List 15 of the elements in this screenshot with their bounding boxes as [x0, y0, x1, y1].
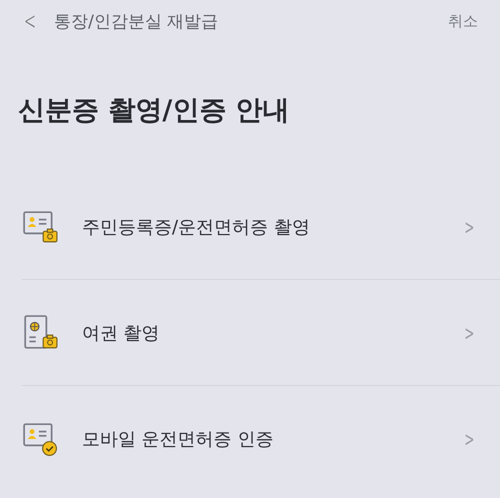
chevron-icon: > [464, 320, 475, 344]
id-card-camera-icon [22, 208, 58, 244]
item-label: 모바일 운전면허증 인증 [82, 428, 274, 450]
page-title: 통장/인감분실 재발급 [54, 10, 220, 32]
item-label: 여권 촬영 [82, 322, 161, 344]
menu-item[interactable]: 주민등록증/운전면허증 촬영 > [22, 174, 500, 280]
chevron-icon: > [464, 214, 475, 238]
item-label: 주민등록증/운전면허증 촬영 [82, 216, 311, 238]
section-heading: 신분증 촬영/인증 안내 [18, 94, 291, 128]
menu-item[interactable]: 여권 촬영 > [22, 280, 500, 386]
id-card-check-icon [22, 420, 58, 456]
passport-camera-icon [22, 314, 58, 350]
chevron-icon: > [464, 426, 475, 450]
back-button[interactable]: < [24, 7, 36, 35]
menu-item[interactable]: 모바일 운전면허증 인증 > [22, 386, 500, 491]
